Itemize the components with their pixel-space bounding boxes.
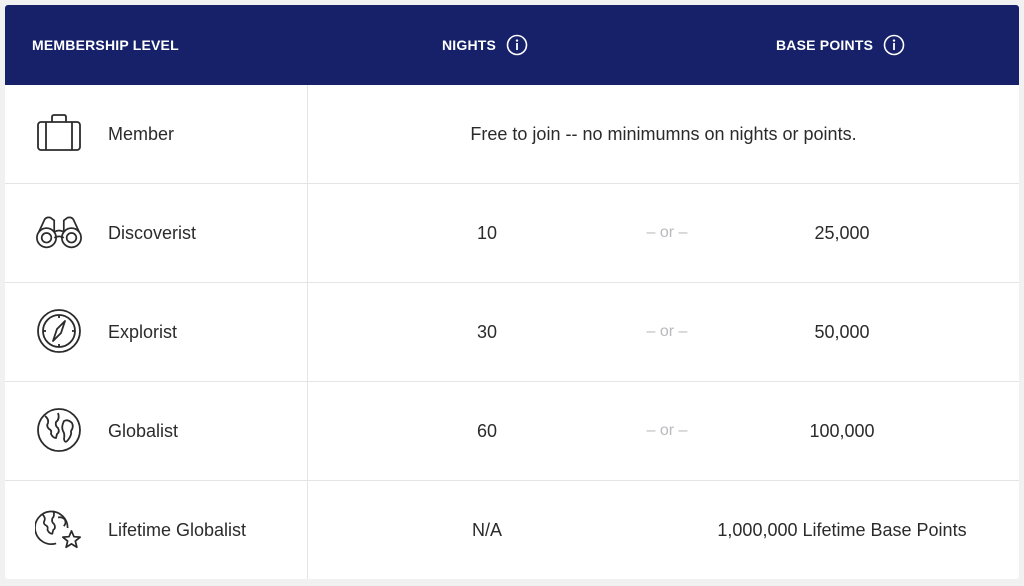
tier-cell: Member xyxy=(5,85,308,183)
header-membership-level: MEMBERSHIP LEVEL xyxy=(32,5,179,85)
tier-name: Explorist xyxy=(108,321,178,342)
table-row-lifetime-globalist: Lifetime Globalist N/A 1,000,000 Lifetim… xyxy=(5,481,1019,579)
table-row-discoverist: Discoverist 10 – or – 25,000 xyxy=(5,184,1019,283)
base-points-info-icon[interactable] xyxy=(883,34,905,56)
header-points-label: BASE POINTS xyxy=(776,37,874,53)
header-level-label: MEMBERSHIP LEVEL xyxy=(32,37,179,53)
table-row-explorist: Explorist 30 – or – 50,000 xyxy=(5,283,1019,382)
globe-star-icon xyxy=(35,505,83,553)
tier-cell: Globalist xyxy=(5,382,308,480)
header-nights: NIGHTS xyxy=(442,5,528,85)
header-nights-label: NIGHTS xyxy=(442,37,497,53)
tier-cell: Explorist xyxy=(5,283,308,381)
nights-value: 30 xyxy=(476,321,498,342)
tier-name: Member xyxy=(108,123,175,144)
compass-icon xyxy=(35,307,83,355)
tier-name: Globalist xyxy=(108,420,179,441)
nights-info-icon[interactable] xyxy=(506,34,528,56)
table-header: MEMBERSHIP LEVEL NIGHTS BASE POINTS xyxy=(5,5,1019,85)
points-value: 1,000,000 Lifetime Base Points xyxy=(717,519,967,540)
member-note: Free to join -- no minimumns on nights o… xyxy=(470,123,857,144)
nights-value: 10 xyxy=(476,222,498,243)
binoculars-icon xyxy=(35,208,83,256)
tier-cell: Lifetime Globalist xyxy=(5,481,308,579)
or-separator: – or – xyxy=(646,323,688,340)
header-base-points: BASE POINTS xyxy=(776,5,905,85)
tier-name: Discoverist xyxy=(108,222,197,243)
globe-icon xyxy=(35,406,83,454)
membership-table: MEMBERSHIP LEVEL NIGHTS BASE POINTS Memb… xyxy=(5,5,1019,579)
tier-name: Lifetime Globalist xyxy=(108,519,247,540)
table-row-globalist: Globalist 60 – or – 100,000 xyxy=(5,382,1019,481)
nights-value: 60 xyxy=(476,420,498,441)
nights-value: N/A xyxy=(471,519,502,540)
or-separator: – or – xyxy=(646,422,688,439)
points-value: 50,000 xyxy=(814,321,870,342)
tier-cell: Discoverist xyxy=(5,184,308,282)
points-value: 25,000 xyxy=(814,222,870,243)
table-row-member: Member Free to join -- no minimumns on n… xyxy=(5,85,1019,184)
or-separator: – or – xyxy=(646,224,688,241)
points-value: 100,000 xyxy=(809,420,875,441)
suitcase-icon xyxy=(35,109,83,157)
